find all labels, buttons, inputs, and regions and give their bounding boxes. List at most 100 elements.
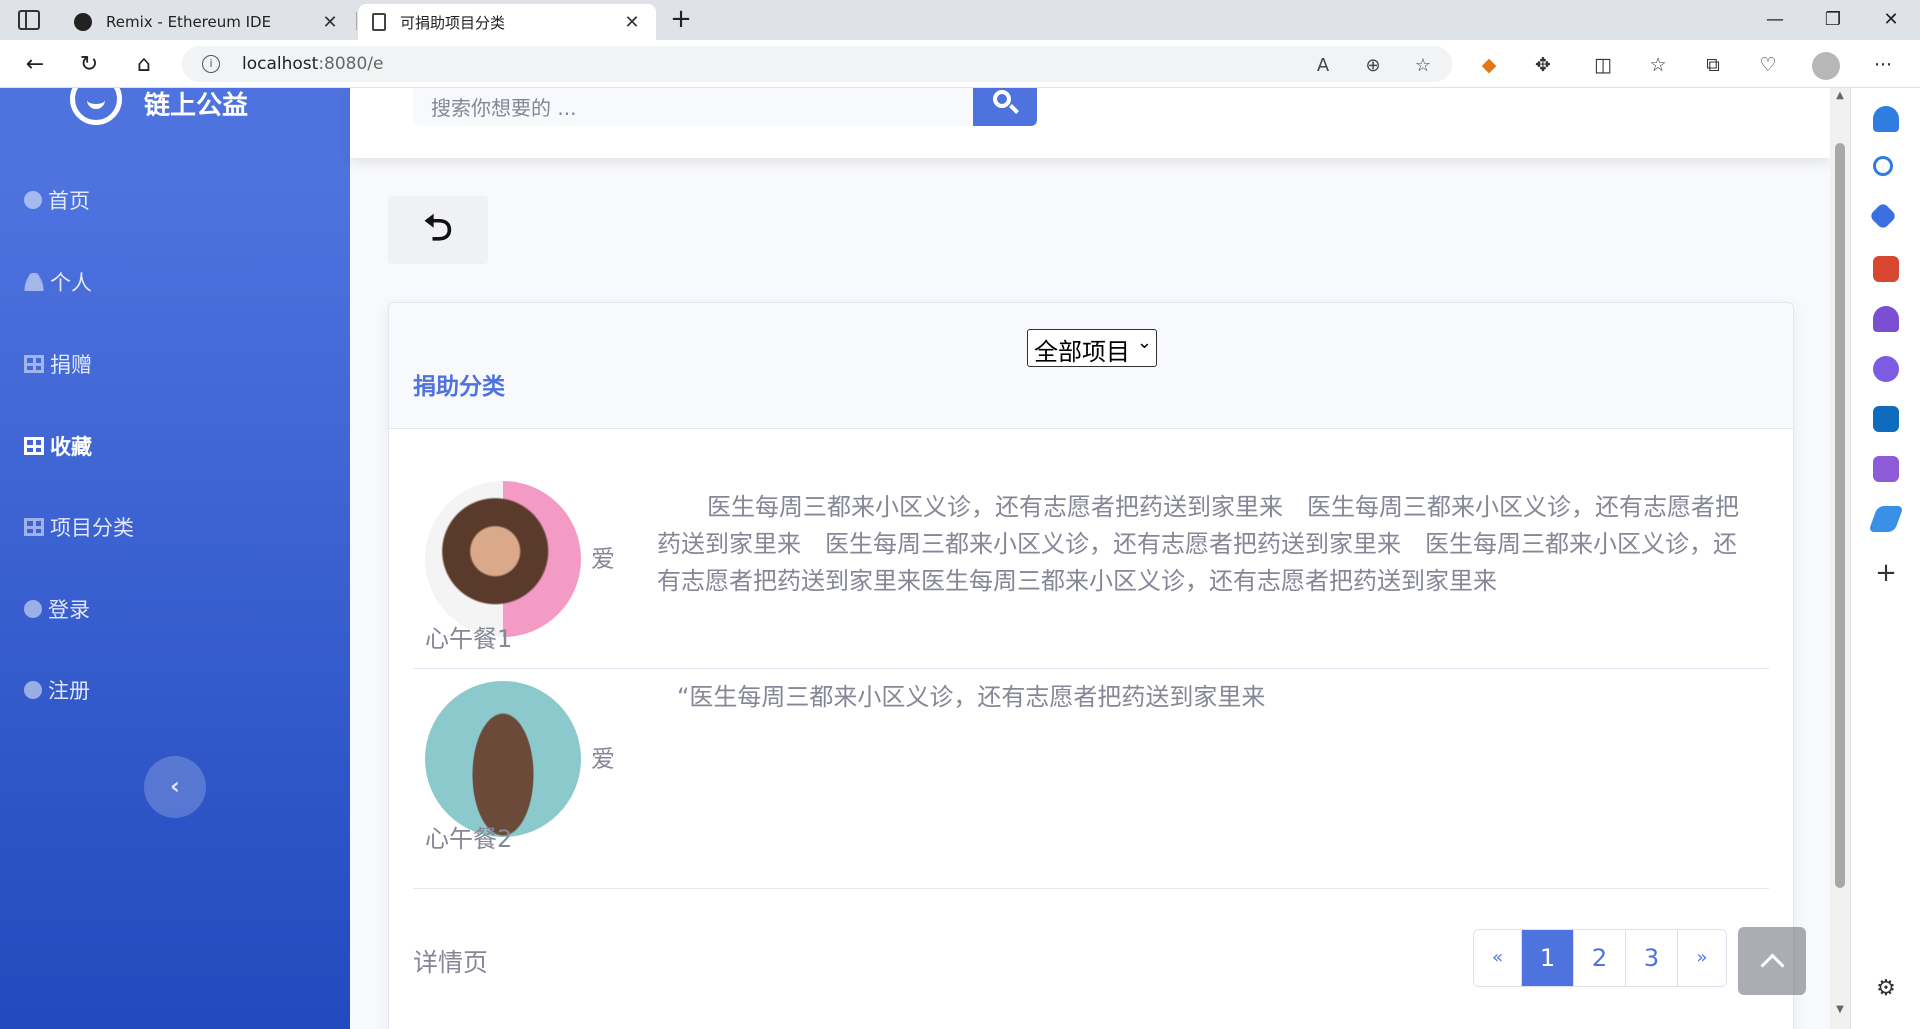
sidebar-toggle-button[interactable]: ‹ — [144, 756, 206, 818]
detail-page-link[interactable]: 详情页 — [413, 943, 488, 979]
pagination-page[interactable]: 3 — [1626, 930, 1678, 986]
tab-close-icon[interactable]: ✕ — [320, 12, 340, 33]
designer-icon[interactable] — [1873, 456, 1899, 482]
project-name-continued[interactable]: 心午餐1 — [425, 619, 512, 654]
tab-actions-icon[interactable] — [18, 10, 40, 30]
project-description: 医生每周三都来小区义诊，还有志愿者把药送到家里来 医生每周三都来小区义诊，还有志… — [657, 493, 1739, 595]
sidebar-item-label: 首页 — [48, 189, 90, 213]
scroll-down-icon[interactable]: ▼ — [1834, 1004, 1846, 1015]
scrollbar-thumb[interactable] — [1835, 143, 1845, 888]
tab-remix[interactable]: Remix - Ethereum IDE ✕ — [60, 4, 354, 40]
tab-divider — [356, 12, 357, 30]
project-description: “医生每周三都来小区义诊，还有志愿者把药送到家里来 — [677, 683, 1266, 711]
user-icon — [24, 273, 44, 291]
sidebar-item-categories[interactable]: 项目分类 — [24, 507, 134, 547]
sidebar-brand[interactable]: 链上公益 — [70, 88, 248, 128]
restore-button[interactable]: ❐ — [1806, 6, 1860, 34]
copilot-icon[interactable] — [1873, 356, 1899, 382]
send-icon[interactable] — [1868, 506, 1904, 532]
search-icon — [993, 90, 1011, 108]
read-aloud-icon[interactable]: A — [1312, 55, 1334, 77]
tab-close-icon[interactable]: ✕ — [622, 12, 642, 33]
new-tab-button[interactable]: + — [666, 4, 696, 36]
top-navbar: 搜索你想要的 ... — [350, 88, 1830, 158]
split-screen-icon[interactable]: ◫ — [1590, 52, 1616, 78]
collections-icon[interactable]: ⧉ — [1700, 52, 1726, 78]
metamask-extension-icon[interactable]: ◆ — [1476, 52, 1502, 78]
project-name[interactable]: 爱 — [591, 539, 615, 574]
chevron-down-icon: ⌄ — [1136, 332, 1152, 353]
outlook-icon[interactable] — [1873, 406, 1899, 432]
search-input[interactable]: 搜索你想要的 ... — [413, 88, 973, 126]
category-select-value: 全部项目 — [1034, 338, 1130, 366]
browser-essentials-icon[interactable]: ♡ — [1755, 52, 1781, 78]
sidebar-item-label: 注册 — [48, 679, 90, 703]
reload-icon[interactable]: ↻ — [74, 50, 104, 80]
sidebar-item-label: 收藏 — [50, 435, 92, 459]
minimize-button[interactable]: — — [1748, 6, 1802, 34]
pagination-next[interactable]: » — [1678, 930, 1726, 986]
card-title: 捐助分类 — [413, 374, 505, 400]
tab-current[interactable]: 可捐助项目分类 ✕ — [358, 4, 656, 40]
back-button[interactable]: ⮌ — [388, 196, 488, 264]
table-icon — [24, 355, 44, 373]
category-card: 全部项目 ⌄ 捐助分类 爱 心午餐1 医生每周三都来小区义诊，还有志愿者把药送到… — [388, 302, 1794, 1029]
page-favicon-icon — [372, 13, 386, 31]
shopping-tag-icon[interactable] — [1868, 201, 1898, 231]
project-name[interactable]: 爱 — [591, 739, 615, 774]
close-window-button[interactable]: ✕ — [1864, 6, 1918, 34]
sidebar-item-home[interactable]: 首页 — [24, 180, 90, 220]
brand-title: 链上公益 — [144, 90, 249, 121]
list-item[interactable]: 爱 心午餐2 “医生每周三都来小区义诊，还有志愿者把药送到家里来 — [413, 669, 1769, 889]
games-icon[interactable] — [1873, 306, 1899, 332]
favorite-star-icon[interactable]: ☆ — [1412, 55, 1434, 77]
user-circle-icon — [24, 600, 42, 618]
gear-icon[interactable]: ⚙ — [1873, 976, 1899, 1001]
pagination-prev[interactable]: « — [1474, 930, 1522, 986]
search-button[interactable] — [973, 88, 1037, 126]
list-item[interactable]: 爱 心午餐1 医生每周三都来小区义诊，还有志愿者把药送到家里来 医生每周三都来小… — [413, 451, 1769, 669]
page-viewport: 链上公益 首页 个人 捐赠 收藏 项目分类 登录 注册 ‹ 搜索你想要的 ...… — [0, 88, 1830, 1029]
extensions-icon[interactable]: ✥ — [1530, 52, 1556, 78]
site-info-icon[interactable]: i — [202, 55, 220, 73]
tab-title: Remix - Ethereum IDE — [106, 13, 272, 31]
url-field[interactable]: i localhost:8080/e A ⊕ ☆ — [182, 46, 1452, 82]
tab-title: 可捐助项目分类 — [400, 13, 506, 32]
page-scrollbar[interactable]: ▲ ▼ — [1830, 88, 1850, 1029]
sidebar-item-login[interactable]: 登录 — [24, 589, 90, 629]
sidebar-item-personal[interactable]: 个人 — [24, 262, 92, 302]
toolbox-icon[interactable] — [1873, 256, 1899, 282]
user-circle-icon — [24, 681, 42, 699]
sidebar-item-donate[interactable]: 捐赠 — [24, 344, 92, 384]
favorites-icon[interactable]: ☆ — [1645, 52, 1671, 78]
sidebar-item-favorites[interactable]: 收藏 — [24, 426, 92, 466]
table-icon — [24, 437, 44, 455]
pagination: « 1 2 3 » — [1473, 929, 1727, 987]
laugh-wink-icon — [70, 88, 122, 125]
project-image[interactable] — [425, 481, 581, 637]
project-name-continued[interactable]: 心午餐2 — [425, 819, 512, 854]
sidebar-item-label: 登录 — [48, 598, 90, 622]
sidebar-item-label: 个人 — [50, 271, 92, 295]
more-menu-icon[interactable]: ··· — [1870, 52, 1896, 78]
pagination-page[interactable]: 2 — [1574, 930, 1626, 986]
home-icon[interactable]: ⌂ — [129, 50, 159, 80]
scroll-up-icon[interactable]: ▲ — [1834, 90, 1846, 101]
pagination-page[interactable]: 1 — [1522, 930, 1574, 986]
bell-icon[interactable] — [1873, 106, 1899, 132]
table-icon — [24, 518, 44, 536]
project-image[interactable] — [425, 681, 581, 837]
sidebar-item-label: 捐赠 — [50, 353, 92, 377]
back-icon[interactable]: ← — [20, 50, 50, 80]
edge-sidebar: + ⚙ — [1850, 88, 1920, 1029]
search-icon[interactable] — [1873, 156, 1893, 176]
app-sidebar: 链上公益 首页 个人 捐赠 收藏 项目分类 登录 注册 ‹ — [0, 88, 350, 1029]
scroll-to-top-button[interactable] — [1738, 927, 1806, 995]
category-select[interactable]: 全部项目 ⌄ — [1027, 329, 1157, 367]
zoom-icon[interactable]: ⊕ — [1362, 55, 1384, 77]
tachometer-icon — [24, 191, 42, 209]
url-text: localhost:8080/e — [242, 54, 384, 74]
profile-avatar[interactable] — [1812, 52, 1840, 80]
add-sidebar-app-icon[interactable]: + — [1873, 558, 1899, 588]
sidebar-item-register[interactable]: 注册 — [24, 670, 90, 710]
